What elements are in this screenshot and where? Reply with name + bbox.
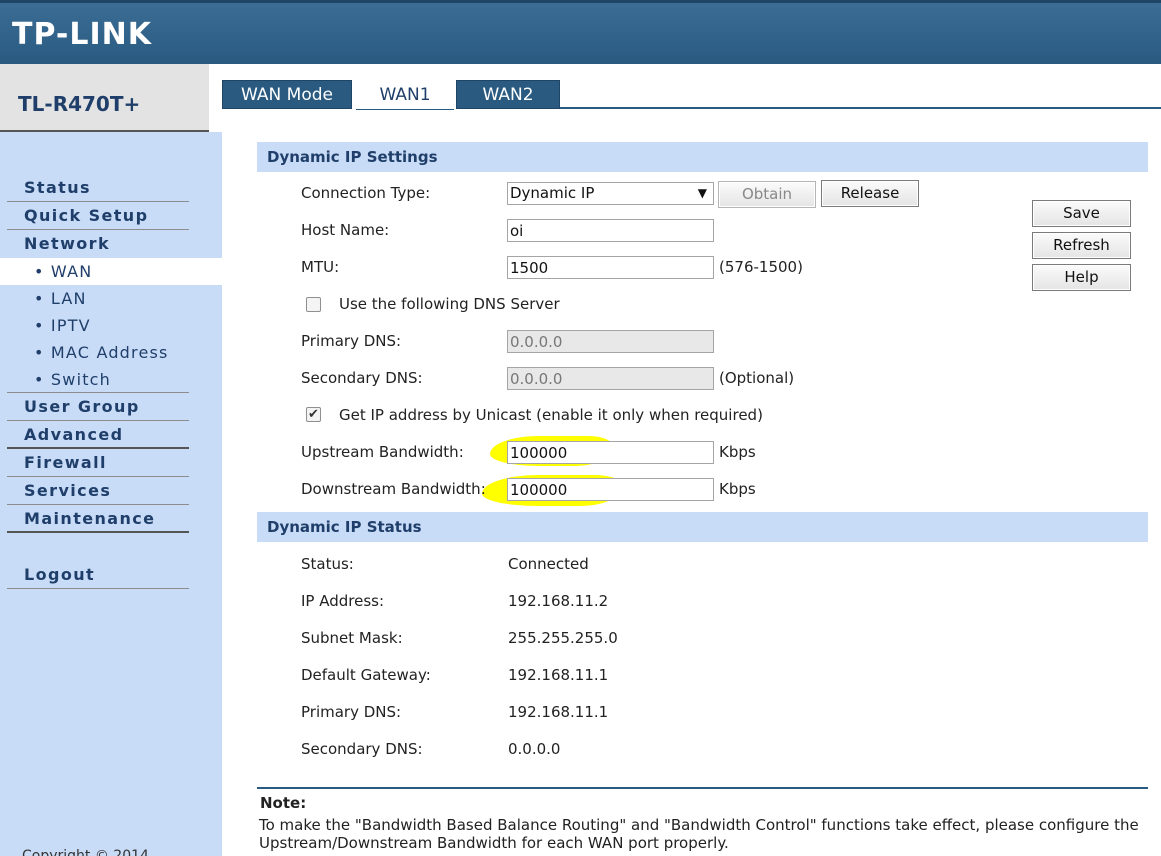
optional-hint: (Optional) xyxy=(719,369,795,387)
status-row-value: Connected xyxy=(508,555,589,573)
tplink-logo: TP-LINK xyxy=(12,17,153,52)
sidebar-subitem-switch[interactable]: • Switch xyxy=(7,366,189,393)
downstream-input[interactable] xyxy=(507,478,714,501)
status-row-label: Status: xyxy=(301,555,354,573)
use-dns-label: Use the following DNS Server xyxy=(339,295,560,313)
tab-wan1[interactable]: WAN1 xyxy=(356,81,454,110)
note-text: To make the "Bandwidth Based Balance Rou… xyxy=(259,816,1139,852)
header-bar: TP-LINK xyxy=(0,0,1161,64)
status-row-value: 192.168.11.2 xyxy=(508,592,609,610)
release-button[interactable]: Release xyxy=(821,180,919,207)
status-section-header: Dynamic IP Status xyxy=(257,512,1148,542)
upstream-unit: Kbps xyxy=(719,443,756,461)
sidebar-item-user-group[interactable]: User Group xyxy=(7,393,189,421)
note-divider xyxy=(257,787,1148,789)
refresh-button[interactable]: Refresh xyxy=(1032,232,1131,259)
tab-underline xyxy=(560,107,1161,109)
connection-type-value: Dynamic IP xyxy=(510,184,595,202)
status-row-label: Subnet Mask: xyxy=(301,629,403,647)
sidebar-item-firewall[interactable]: Firewall xyxy=(7,449,189,477)
sidebar-subitem-mac-address[interactable]: • MAC Address xyxy=(7,339,189,366)
status-row-label: Default Gateway: xyxy=(301,666,431,684)
status-row-value: 192.168.11.1 xyxy=(508,666,609,684)
sidebar-subitem-lan[interactable]: • LAN xyxy=(7,285,189,312)
mtu-label: MTU: xyxy=(301,258,340,276)
upstream-input[interactable] xyxy=(507,441,714,464)
obtain-button[interactable]: Obtain xyxy=(718,181,816,208)
status-row-value: 255.255.255.0 xyxy=(508,629,618,647)
unicast-checkbox[interactable]: ✔ xyxy=(306,407,321,422)
downstream-unit: Kbps xyxy=(719,480,756,498)
model-name: TL-R470T+ xyxy=(18,92,141,116)
save-button[interactable]: Save xyxy=(1032,200,1131,227)
status-row-label: Primary DNS: xyxy=(301,703,402,721)
sidebar-item-quick-setup[interactable]: Quick Setup xyxy=(7,202,189,230)
tab-bar: WAN Mode WAN1 WAN2 xyxy=(222,80,1161,110)
mtu-range: (576-1500) xyxy=(719,258,803,276)
status-row-value: 192.168.11.1 xyxy=(508,703,609,721)
sidebar-item-advanced[interactable]: Advanced xyxy=(7,421,189,449)
secondary-dns-label: Secondary DNS: xyxy=(301,369,423,387)
sidebar: TL-R470T+ Status Quick Setup Network • W… xyxy=(0,64,222,856)
checkmark-icon: ✔ xyxy=(308,407,319,422)
unicast-label: Get IP address by Unicast (enable it onl… xyxy=(339,406,763,424)
tab-wan-mode[interactable]: WAN Mode xyxy=(222,80,352,109)
sidebar-subitem-iptv[interactable]: • IPTV xyxy=(7,312,189,339)
connection-type-select[interactable]: Dynamic IP ▼ xyxy=(507,182,714,205)
use-dns-checkbox[interactable] xyxy=(306,297,321,312)
help-button[interactable]: Help xyxy=(1032,264,1131,291)
settings-section-header: Dynamic IP Settings xyxy=(257,142,1148,172)
status-row-label: Secondary DNS: xyxy=(301,740,423,758)
primary-dns-label: Primary DNS: xyxy=(301,332,402,350)
primary-dns-input[interactable] xyxy=(507,330,714,353)
host-name-label: Host Name: xyxy=(301,221,390,239)
upstream-label: Upstream Bandwidth: xyxy=(301,443,464,461)
sidebar-item-status[interactable]: Status xyxy=(7,174,189,202)
sidebar-nav: Status Quick Setup Network • WAN • LAN •… xyxy=(0,174,222,589)
tab-wan2[interactable]: WAN2 xyxy=(456,80,560,109)
status-row-label: IP Address: xyxy=(301,592,385,610)
sidebar-item-logout[interactable]: Logout xyxy=(7,561,189,589)
sidebar-item-services[interactable]: Services xyxy=(7,477,189,505)
model-box: TL-R470T+ xyxy=(0,64,222,132)
copyright-text: Copyright © 2014 xyxy=(22,848,149,856)
sidebar-subitem-wan[interactable]: • WAN xyxy=(0,258,222,285)
secondary-dns-input[interactable] xyxy=(507,367,714,390)
mtu-input[interactable] xyxy=(507,256,714,279)
connection-type-label: Connection Type: xyxy=(301,184,431,202)
sidebar-item-maintenance[interactable]: Maintenance xyxy=(7,505,189,533)
downstream-label: Downstream Bandwidth: xyxy=(301,480,486,498)
sidebar-item-network[interactable]: Network xyxy=(7,230,189,258)
chevron-down-icon: ▼ xyxy=(697,186,707,200)
note-title: Note: xyxy=(260,794,307,812)
status-row-value: 0.0.0.0 xyxy=(508,740,561,758)
host-name-input[interactable] xyxy=(507,219,714,242)
